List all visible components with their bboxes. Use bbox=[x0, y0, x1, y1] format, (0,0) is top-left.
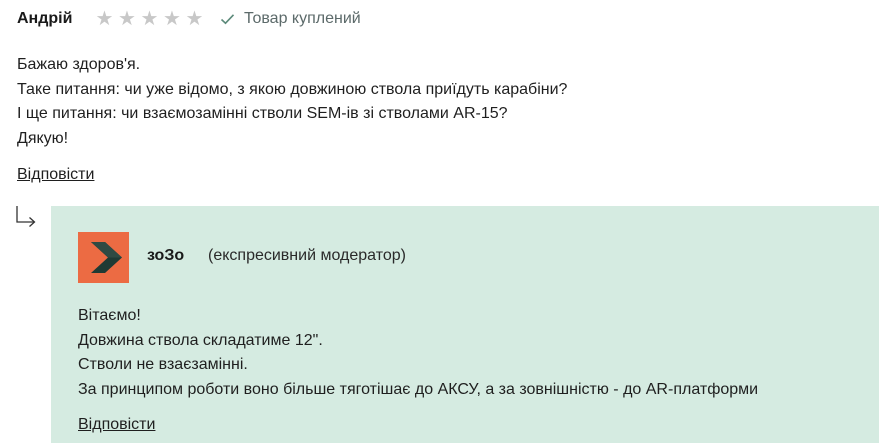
answer-line: Стволи не взаєзамінні. bbox=[78, 356, 248, 373]
star-icon: ★ bbox=[162, 8, 181, 30]
review-line: Дякую! bbox=[17, 129, 69, 147]
review-line: І ще питання: чи взаємозамінні стволи SE… bbox=[17, 105, 508, 122]
purchased-label: Товар куплений bbox=[243, 10, 361, 27]
star-icon: ★ bbox=[95, 8, 114, 30]
moderator-avatar bbox=[78, 232, 129, 283]
review-text: Бажаю здоров'я. Таке питання: чи уже від… bbox=[17, 53, 567, 151]
star-icon: ★ bbox=[185, 8, 204, 30]
rating-stars: ★ ★ ★ ★ ★ bbox=[95, 9, 208, 29]
star-icon: ★ bbox=[140, 8, 159, 30]
review-line: Таке питання: чи уже відомо, з якою довж… bbox=[17, 80, 568, 98]
star-icon: ★ bbox=[117, 8, 136, 30]
reply-link[interactable]: Відповісти bbox=[17, 166, 94, 184]
moderator-logo bbox=[91, 242, 122, 273]
review-line: Бажаю здоров'я. bbox=[17, 56, 141, 73]
reply-arrow-icon bbox=[16, 206, 36, 227]
review-header: Андрій ★ ★ ★ ★ ★ Товар куплений bbox=[17, 8, 361, 30]
purchased-badge: Товар куплений bbox=[220, 10, 361, 28]
answer-line: Вітаємо! bbox=[78, 307, 141, 324]
answer-line: За принципом роботи воно більше тяготіша… bbox=[78, 380, 759, 398]
answer-line: Довжина ствола складатиме 12". bbox=[78, 331, 323, 349]
answer-text: Вітаємо! Довжина ствола складатиме 12". … bbox=[78, 304, 758, 402]
answer-reply-link[interactable]: Відповісти bbox=[78, 416, 155, 434]
moderator-name: зоЗо bbox=[147, 247, 185, 264]
moderator-role: (експресивний модератор) bbox=[208, 247, 406, 264]
review-author: Андрій bbox=[17, 10, 73, 27]
moderator-answer: зоЗо (експресивний модератор) Вітаємо! Д… bbox=[51, 206, 879, 443]
check-icon bbox=[220, 14, 235, 25]
